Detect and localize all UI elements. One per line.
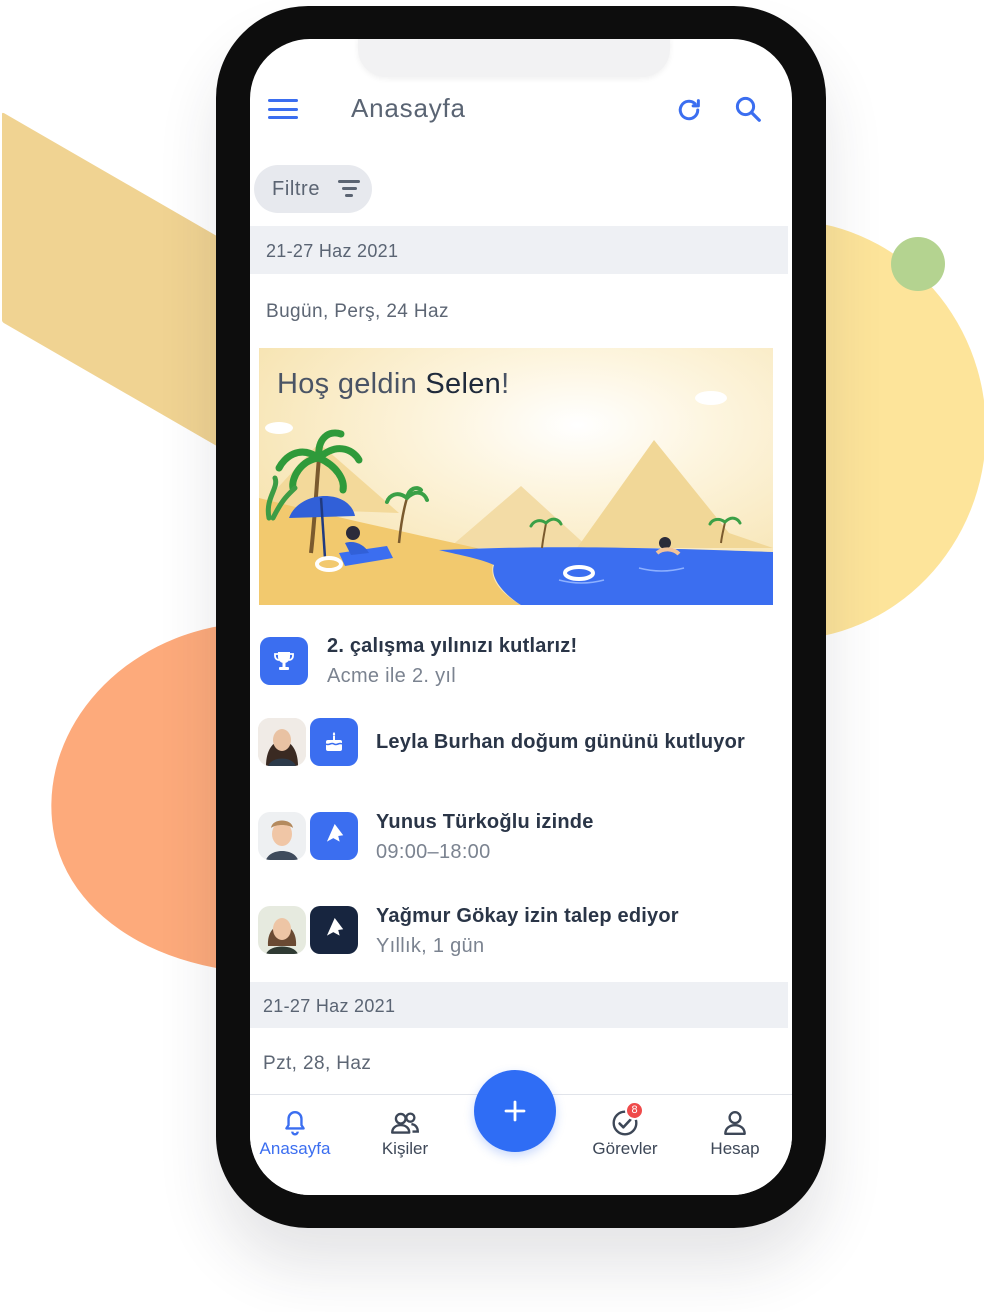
decor-green-dot <box>891 237 945 291</box>
day-label: Bugün, Perş, 24 Haz <box>266 301 449 322</box>
event-title: Leyla Burhan doğum gününü kutluyor <box>376 731 746 753</box>
page-title: Anasayfa <box>351 93 466 123</box>
cake-icon <box>310 718 358 766</box>
welcome-punct: ! <box>501 368 510 400</box>
list-item[interactable]: Yağmur Gökay izin talep ediyor Yıllık, 1… <box>250 905 792 957</box>
add-button[interactable] <box>474 1070 556 1152</box>
welcome-banner: Hoş geldin Selen! <box>259 348 773 605</box>
tab-gorevler[interactable]: 8 Görevler <box>580 1101 670 1159</box>
menu-icon[interactable] <box>268 99 298 121</box>
filter-label: Filtre <box>272 178 321 200</box>
avatar <box>258 812 306 860</box>
tab-label: Görevler <box>592 1139 658 1158</box>
plus-icon <box>504 1100 526 1122</box>
anniversary-subtitle: Acme ile 2. yıl <box>327 665 456 687</box>
app-header: Anasayfa <box>250 77 792 143</box>
refresh-icon[interactable] <box>674 95 704 125</box>
tab-anasayfa[interactable]: Anasayfa <box>250 1109 340 1159</box>
filter-button[interactable]: Filtre <box>254 165 372 213</box>
app-screen: Anasayfa Filtre 21-27 Haz 2021 Bugün, Pe… <box>250 39 792 1195</box>
week-range: 21-27 Haz 2021 <box>266 241 399 261</box>
week-range: 21-27 Haz 2021 <box>263 996 396 1016</box>
tab-hesap[interactable]: Hesap <box>690 1109 780 1159</box>
plane-icon <box>310 906 358 954</box>
tab-label: Anasayfa <box>259 1139 331 1158</box>
list-item[interactable]: Yunus Türkoğlu izinde 09:00–18:00 <box>250 811 792 863</box>
notification-badge: 8 <box>625 1101 644 1120</box>
avatar <box>258 906 306 954</box>
anniversary-item[interactable]: 2. çalışma yılınızı kutlarız! Acme ile 2… <box>250 635 792 695</box>
search-icon[interactable] <box>733 94 763 124</box>
week-header: 21-27 Haz 2021 <box>250 982 788 1028</box>
trophy-icon <box>260 637 308 685</box>
person-icon <box>724 1111 746 1135</box>
phone-notch <box>358 39 670 77</box>
list-item[interactable]: Leyla Burhan doğum gününü kutluyor <box>250 718 792 768</box>
tab-kisiler[interactable]: Kişiler <box>360 1109 450 1159</box>
welcome-greeting: Hoş geldin <box>277 368 418 400</box>
avatar <box>258 718 306 766</box>
plane-icon <box>310 812 358 860</box>
event-subtitle: Yıllık, 1 gün <box>376 935 485 957</box>
anniversary-title: 2. çalışma yılınızı kutlarız! <box>327 635 578 657</box>
welcome-text: Hoş geldin Selen! <box>277 368 509 401</box>
week-header: 21-27 Haz 2021 <box>250 226 788 274</box>
bell-icon <box>285 1111 305 1136</box>
people-icon <box>391 1112 419 1134</box>
tab-label: Hesap <box>710 1139 760 1158</box>
day-label: Pzt, 28, Haz <box>263 1053 372 1074</box>
tab-label: Kişiler <box>381 1139 429 1158</box>
filter-icon <box>338 180 360 198</box>
event-title: Yunus Türkoğlu izinde <box>376 811 594 833</box>
event-title: Yağmur Gökay izin talep ediyor <box>376 905 679 927</box>
event-subtitle: 09:00–18:00 <box>376 841 491 863</box>
welcome-name: Selen <box>425 368 502 400</box>
